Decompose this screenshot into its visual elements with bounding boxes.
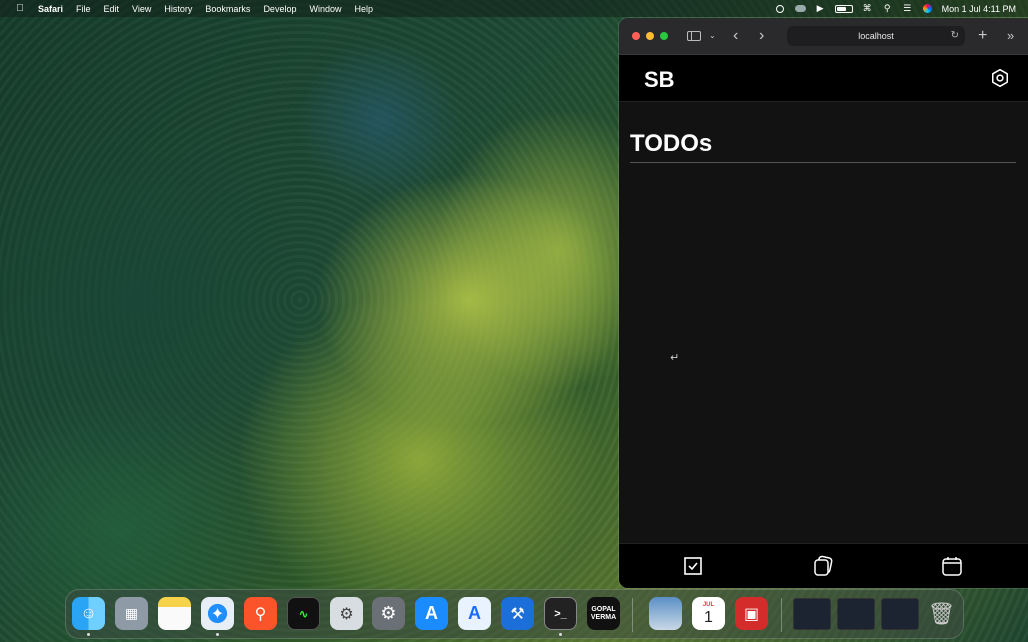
launchpad-icon[interactable]: ▦ — [115, 597, 148, 630]
zoom-window-button[interactable] — [660, 32, 668, 40]
bottom-nav — [619, 543, 1028, 588]
layers-icon — [814, 555, 833, 576]
address-text: localhost — [858, 31, 894, 41]
calendar-app-icon[interactable]: JUL 1 — [692, 597, 725, 630]
system-settings-icon[interactable]: ⚙ — [372, 597, 405, 630]
terminal-running-dot — [559, 633, 562, 636]
brave-icon[interactable]: ⚲ — [244, 597, 277, 630]
photo-booth-icon[interactable]: ▣ — [735, 597, 768, 630]
back-icon[interactable]: ‹ — [733, 27, 738, 45]
nav-notes-button[interactable] — [811, 554, 835, 578]
activity-monitor-icon[interactable]: ∿ — [287, 597, 320, 630]
sidebar-toggle-icon[interactable] — [687, 31, 701, 41]
dock: ☺ ▦ ✦ ⚲ ∿ ⚙ ⚙ A A ⚒ >_ GOPAL VERMA JUL 1… — [65, 589, 964, 639]
checkbox-icon — [684, 557, 702, 575]
forward-icon[interactable]: › — [759, 27, 764, 45]
menu-file[interactable]: File — [76, 4, 91, 14]
minimize-window-button[interactable] — [646, 32, 654, 40]
menu-clock[interactable]: Mon 1 Jul 4:11 PM — [942, 4, 1016, 14]
battery-icon[interactable] — [834, 4, 853, 13]
menu-history[interactable]: History — [164, 4, 192, 14]
menu-bookmarks[interactable]: Bookmarks — [205, 4, 250, 14]
dock-separator-2 — [781, 598, 782, 632]
close-window-button[interactable] — [632, 32, 640, 40]
safari-window: ⌄ ‹ › localhost ↻ + » SB TODOs ↵ — [619, 18, 1028, 588]
minimized-window-thumbnail-1[interactable] — [793, 598, 831, 630]
cloud-icon[interactable] — [794, 4, 806, 13]
web-page: SB TODOs ↵ — [619, 55, 1028, 588]
title-divider — [630, 162, 1016, 163]
gopal-verma-icon[interactable]: GOPAL VERMA — [587, 597, 620, 630]
calendar-day: 1 — [704, 608, 713, 626]
menu-develop[interactable]: Develop — [263, 4, 296, 14]
minimized-window-thumbnail-3[interactable] — [881, 598, 919, 630]
preview-icon[interactable] — [649, 597, 682, 630]
safari-icon[interactable]: ✦ — [201, 597, 234, 630]
app-store-icon[interactable]: A — [415, 597, 448, 630]
nav-calendar-button[interactable] — [940, 554, 964, 578]
siri-icon[interactable] — [922, 4, 933, 13]
menu-help[interactable]: Help — [354, 4, 373, 14]
instruments-icon[interactable]: A — [458, 597, 491, 630]
menu-edit[interactable]: Edit — [104, 4, 120, 14]
app-header: SB — [619, 55, 1028, 102]
trash-icon[interactable]: 🗑 — [925, 597, 958, 630]
settings-gear-icon[interactable] — [990, 68, 1010, 88]
dock-separator — [632, 598, 633, 632]
play-icon[interactable]: ▶ — [815, 3, 826, 13]
reload-icon[interactable]: ↻ — [951, 26, 959, 46]
calendar-icon — [942, 557, 962, 576]
chevron-down-icon[interactable]: ⌄ — [709, 27, 716, 45]
apple-icon[interactable]:  — [14, 3, 26, 14]
nav-todos-button[interactable] — [681, 554, 705, 578]
brand-logo[interactable]: SB — [644, 67, 675, 93]
safari-running-dot — [216, 633, 219, 636]
page-title: TODOs — [630, 130, 713, 157]
calendar-month: JUL — [702, 601, 715, 608]
menu-bar:  Safari File Edit View History Bookmark… — [0, 0, 1028, 17]
overflow-chevron-icon[interactable]: » — [1007, 27, 1014, 45]
notes-icon[interactable] — [158, 597, 191, 630]
menu-app-name[interactable]: Safari — [38, 4, 63, 14]
finder-running-dot — [87, 633, 90, 636]
minimized-window-thumbnail-2[interactable] — [837, 598, 875, 630]
xcode-icon[interactable]: ⚒ — [501, 597, 534, 630]
mouse-cursor-icon: ↵ — [670, 352, 680, 364]
disk-utility-icon[interactable]: ⚙ — [330, 597, 363, 630]
terminal-icon[interactable]: >_ — [544, 597, 577, 630]
new-tab-icon[interactable]: + — [978, 27, 987, 45]
finder-icon[interactable]: ☺ — [72, 597, 105, 630]
wifi-icon[interactable]: ⌘ — [862, 3, 873, 13]
menu-window[interactable]: Window — [309, 4, 341, 14]
menu-view[interactable]: View — [132, 4, 151, 14]
browser-toolbar: ⌄ ‹ › localhost ↻ + » — [619, 18, 1028, 55]
control-center-icon[interactable]: ☰ — [902, 3, 913, 13]
address-bar[interactable]: localhost ↻ — [787, 26, 965, 46]
search-icon[interactable]: ⚲ — [882, 3, 893, 13]
record-icon[interactable] — [775, 4, 786, 13]
